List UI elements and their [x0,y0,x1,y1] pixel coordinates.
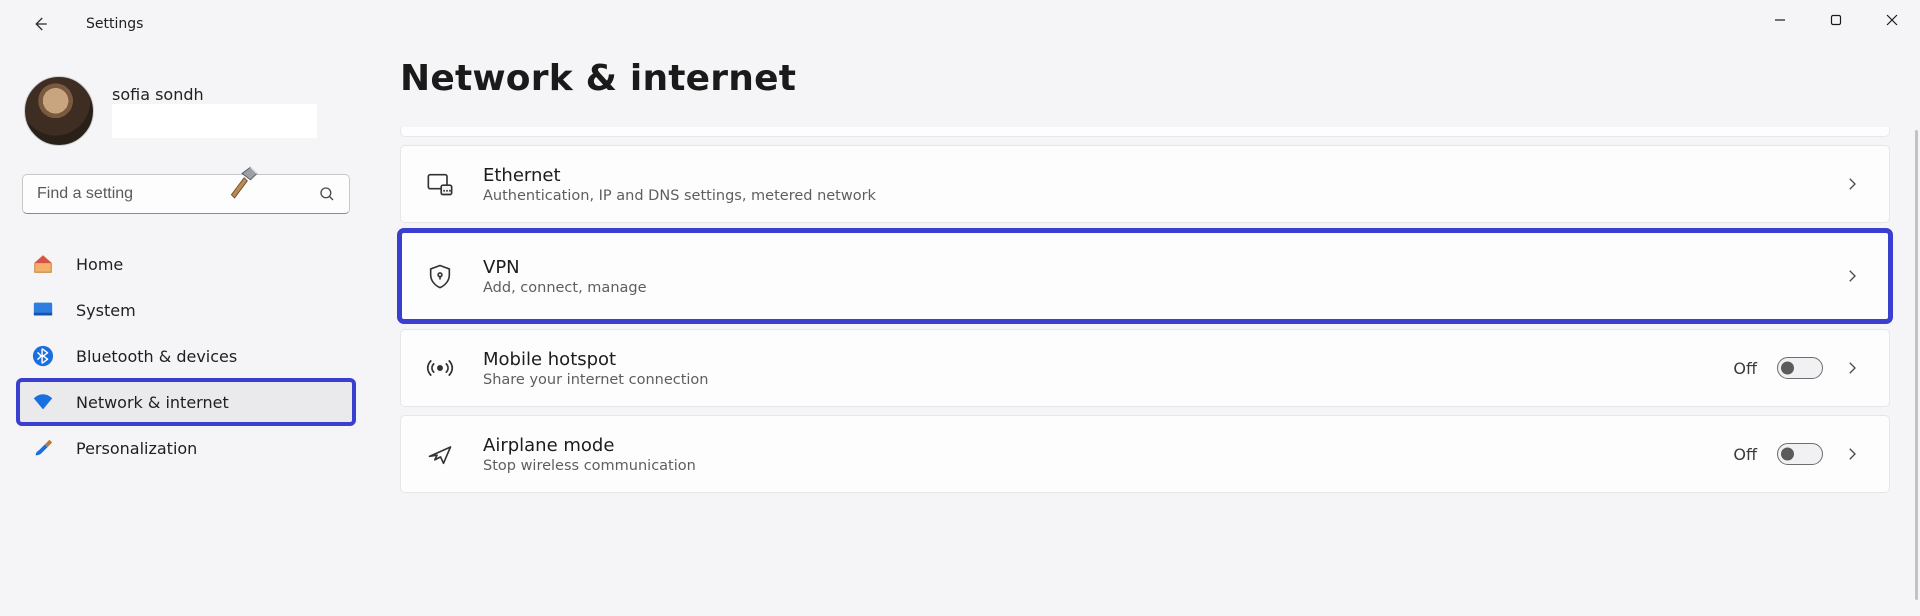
card-airplane[interactable]: Airplane mode Stop wireless communicatio… [400,415,1890,493]
shield-lock-icon [423,262,457,290]
home-icon [32,253,54,275]
chevron-right-icon [1843,267,1861,285]
back-button[interactable] [20,4,60,44]
account-block[interactable]: sofia sondh [18,70,354,170]
sidebar-item-network[interactable]: Network & internet [18,380,354,424]
system-icon [32,299,54,321]
card-label: Ethernet [483,165,1817,186]
app-title: Settings [86,16,143,32]
page-title: Network & internet [400,58,1890,99]
sidebar-item-label: System [76,301,136,320]
sidebar-item-label: Home [76,255,123,274]
sidebar-item-label: Bluetooth & devices [76,347,237,366]
bluetooth-icon [32,345,54,367]
main: Network & internet Ethernet Authenticati… [400,58,1890,493]
search-input[interactable] [22,174,350,214]
card-sub: Stop wireless communication [483,458,1707,474]
wifi-icon [32,391,54,413]
card-label: Mobile hotspot [483,349,1707,370]
card-sub: Add, connect, manage [483,280,1817,296]
account-name: sofia sondh [112,85,317,104]
sidebar-item-label: Personalization [76,439,197,458]
scrollbar[interactable] [1915,130,1918,600]
airplane-toggle[interactable] [1777,443,1823,465]
card-label: Airplane mode [483,435,1707,456]
chevron-right-icon [1843,175,1861,193]
hotspot-toggle[interactable] [1777,357,1823,379]
card-label: VPN [483,257,1817,278]
chevron-right-icon [1843,359,1861,377]
sidebar-item-home[interactable]: Home [18,242,354,286]
card-hotspot[interactable]: Mobile hotspot Share your internet conne… [400,329,1890,407]
toggle-label: Off [1733,359,1757,378]
card-ethernet[interactable]: Ethernet Authentication, IP and DNS sett… [400,145,1890,223]
sidebar-item-bluetooth[interactable]: Bluetooth & devices [18,334,354,378]
close-button[interactable] [1864,0,1920,40]
ethernet-icon [423,170,457,198]
search-wrap [22,174,350,214]
avatar [24,76,94,146]
paintbrush-icon [32,437,54,459]
card-sliver [400,127,1890,137]
card-sub: Authentication, IP and DNS settings, met… [483,188,1817,204]
sidebar-item-system[interactable]: System [18,288,354,332]
window-controls [1752,0,1920,40]
card-sub: Share your internet connection [483,372,1707,388]
search-icon [318,185,336,203]
sidebar-item-personalization[interactable]: Personalization [18,426,354,470]
sidebar-nav: Home System Bluetooth & devices [18,242,354,470]
account-email-mask [112,104,317,138]
titlebar: Settings [0,0,1920,48]
hotspot-icon [423,354,457,382]
sidebar: sofia sondh Home [0,60,372,470]
chevron-right-icon [1843,445,1861,463]
toggle-label: Off [1733,445,1757,464]
card-vpn[interactable]: VPN Add, connect, manage [400,231,1890,321]
sidebar-item-label: Network & internet [76,393,229,412]
maximize-button[interactable] [1808,0,1864,40]
airplane-icon [423,440,457,468]
settings-cards: Ethernet Authentication, IP and DNS sett… [400,127,1890,493]
minimize-button[interactable] [1752,0,1808,40]
